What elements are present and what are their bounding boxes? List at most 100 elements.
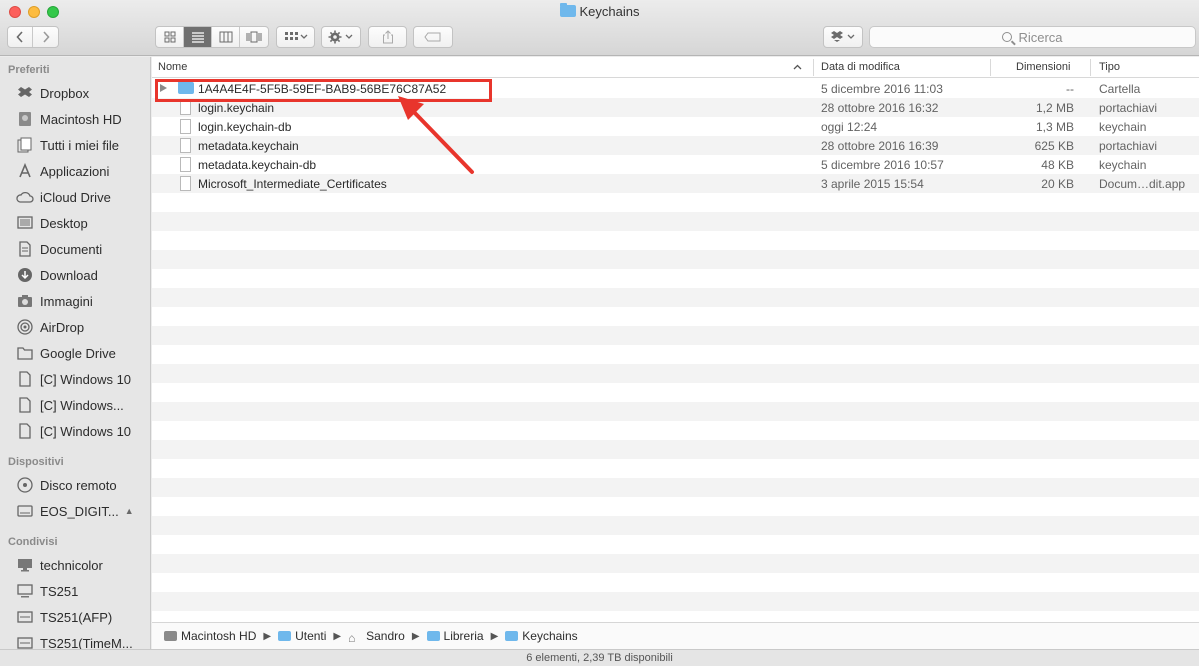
sidebar-item-windows-3[interactable]: [C] Windows 10 [16, 421, 150, 441]
chevron-right-icon: ▶ [333, 630, 342, 642]
path-crumb-keychains[interactable]: Keychains [505, 629, 578, 643]
sidebar-item-icloud[interactable]: iCloud Drive [16, 187, 150, 207]
share-icon [382, 30, 393, 44]
sidebar-item-label: iCloud Drive [40, 189, 111, 205]
table-row[interactable]: login.keychain-db oggi 12:24 1,3 MB keyc… [152, 117, 1199, 136]
file-date: 3 aprile 2015 15:54 [821, 177, 924, 191]
path-bar: Macintosh HD ▶ Utenti ▶ ⌂ Sandro ▶ Librer… [152, 622, 1199, 649]
sidebar-item-dropbox[interactable]: Dropbox [16, 83, 150, 103]
table-row[interactable]: Microsoft_Intermediate_Certificates 3 ap… [152, 174, 1199, 193]
file-date: 5 dicembre 2016 11:03 [821, 82, 943, 96]
nas-icon [16, 635, 34, 649]
arrange-button[interactable] [276, 26, 315, 48]
sidebar-item-macintosh-hd[interactable]: Macintosh HD [16, 109, 150, 129]
file-size: 1,3 MB [1035, 120, 1074, 134]
path-crumb-sandro[interactable]: ⌂ Sandro [348, 629, 405, 645]
sidebar-item-disco-remoto[interactable]: Disco remoto [16, 475, 150, 495]
chevron-right-icon: ▶ [490, 630, 499, 642]
sidebar-item-all-files[interactable]: Tutti i miei file [16, 135, 150, 155]
path-crumb-libreria[interactable]: Libreria [426, 629, 484, 643]
sidebar-item-google-drive[interactable]: Google Drive [16, 343, 150, 363]
empty-row [152, 440, 1199, 459]
column-name-header[interactable]: Nome [158, 61, 187, 73]
back-button[interactable] [8, 27, 33, 47]
action-button[interactable] [321, 26, 361, 48]
list-view-button[interactable] [184, 27, 212, 47]
empty-row [152, 288, 1199, 307]
column-header: Nome Data di modifica Dimensioni Tipo [152, 57, 1199, 78]
sidebar-item-download[interactable]: Download [16, 265, 150, 285]
file-date: oggi 12:24 [821, 120, 878, 134]
sidebar-item-applicazioni[interactable]: Applicazioni [16, 161, 150, 181]
hard-drive-icon [164, 631, 177, 641]
cloud-icon [16, 189, 34, 205]
path-crumb-utenti[interactable]: Utenti [278, 629, 326, 643]
file-kind: keychain [1099, 158, 1147, 172]
document-icon [180, 119, 191, 134]
share-button[interactable] [368, 26, 407, 48]
sidebar-item-immagini[interactable]: Immagini [16, 291, 150, 311]
file-name: metadata.keychain-db [198, 158, 317, 172]
file-kind: Cartella [1099, 82, 1141, 96]
sidebar-item-windows-1[interactable]: [C] Windows 10 [16, 369, 150, 389]
file-kind: keychain [1099, 120, 1147, 134]
column-date-header[interactable]: Data di modifica [821, 61, 900, 73]
sidebar-item-technicolor[interactable]: technicolor [16, 555, 150, 575]
empty-row [152, 535, 1199, 554]
sidebar-item-ts251[interactable]: TS251 [16, 581, 150, 601]
nas-icon [16, 609, 34, 625]
empty-row [152, 592, 1199, 611]
sidebar-item-label: TS251 [40, 583, 79, 599]
icon-view-button[interactable] [156, 27, 184, 47]
list-view-icon [191, 32, 204, 43]
sidebar-item-label: EOS_DIGIT... [40, 503, 119, 519]
sidebar-item-ts251-afp[interactable]: TS251(AFP) [16, 607, 150, 627]
forward-button[interactable] [33, 27, 58, 47]
sidebar-item-eos-digital[interactable]: EOS_DIGIT... ▲ [16, 501, 150, 521]
empty-row [152, 516, 1199, 535]
cover-flow-button[interactable] [240, 27, 268, 47]
sidebar-item-airdrop[interactable]: AirDrop [16, 317, 150, 337]
file-name: login.keychain-db [198, 120, 292, 134]
search-placeholder: Ricerca [1018, 29, 1063, 45]
sidebar-item-windows-2[interactable]: [C] Windows... [16, 395, 150, 415]
eject-icon[interactable]: ▲ [125, 506, 134, 516]
document-icon [180, 176, 191, 191]
camera-icon [16, 293, 34, 309]
chevron-right-icon: ▶ [263, 630, 272, 642]
gear-icon [328, 30, 353, 44]
file-kind: portachiavi [1099, 139, 1158, 153]
empty-row [152, 554, 1199, 573]
column-kind-header[interactable]: Tipo [1099, 61, 1120, 73]
path-crumb-macintosh-hd[interactable]: Macintosh HD [164, 629, 256, 643]
empty-row [152, 573, 1199, 592]
sidebar-item-label: Disco remoto [40, 477, 117, 493]
sidebar-item-ts251-timemachine[interactable]: TS251(TimeM... [16, 633, 150, 649]
chevron-right-icon: ▶ [411, 630, 420, 642]
document-icon [16, 397, 34, 413]
sidebar-section-shared: Condivisi [8, 536, 58, 548]
tag-button[interactable] [413, 26, 453, 48]
dropbox-button[interactable] [823, 26, 863, 48]
sidebar-item-label: Immagini [40, 293, 93, 309]
table-row[interactable]: metadata.keychain-db 5 dicembre 2016 10:… [152, 155, 1199, 174]
column-view-button[interactable] [212, 27, 240, 47]
empty-row [152, 250, 1199, 269]
sidebar-item-desktop[interactable]: Desktop [16, 213, 150, 233]
file-kind: portachiavi [1099, 101, 1158, 115]
sidebar-item-documenti[interactable]: Documenti [16, 239, 150, 259]
sidebar-item-label: Macintosh HD [40, 111, 122, 127]
monitor-icon [16, 583, 34, 599]
table-row[interactable]: metadata.keychain 28 ottobre 2016 16:39 … [152, 136, 1199, 155]
file-size: -- [1066, 82, 1074, 96]
file-name: login.keychain [198, 101, 275, 115]
search-icon [1002, 32, 1013, 42]
empty-row [152, 307, 1199, 326]
document-icon [180, 138, 191, 153]
path-crumb-label: Sandro [366, 629, 405, 643]
hard-drive-icon [16, 111, 34, 127]
empty-row [152, 269, 1199, 288]
search-field[interactable]: Ricerca [869, 26, 1196, 48]
column-size-header[interactable]: Dimensioni [1016, 61, 1070, 73]
document-icon [180, 100, 191, 115]
